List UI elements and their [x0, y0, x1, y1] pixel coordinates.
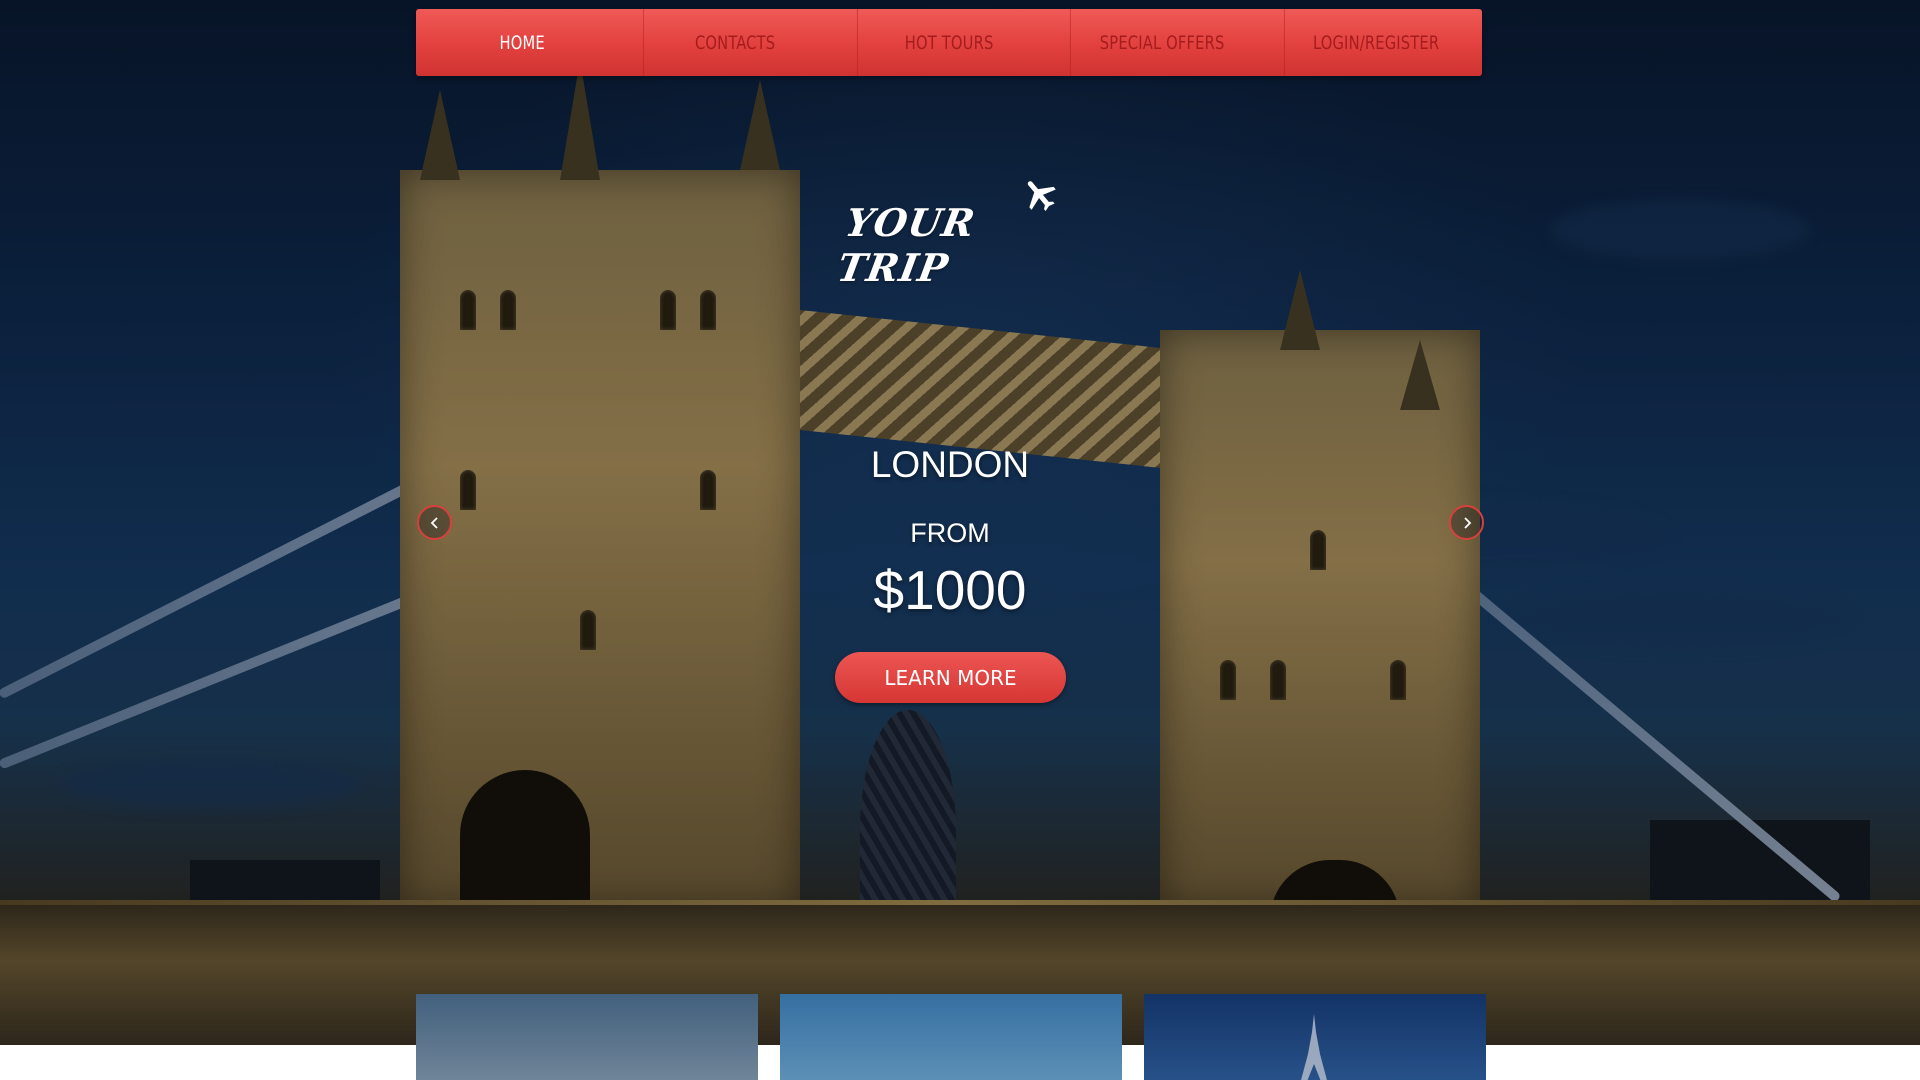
- slider-prev-button[interactable]: [417, 505, 452, 540]
- airplane-icon: [1027, 181, 1056, 212]
- tour-thumbnail[interactable]: [416, 994, 758, 1080]
- nav-item-hot-tours[interactable]: HOT TOURS: [856, 9, 1041, 76]
- nav-item-login-register[interactable]: LOGIN/REGISTER: [1283, 9, 1468, 76]
- nav-item-special-offers[interactable]: SPECIAL OFFERS: [1070, 9, 1254, 76]
- slide-from-label: FROM: [910, 518, 990, 548]
- tour-thumbnail[interactable]: [780, 994, 1122, 1080]
- tour-thumbnail[interactable]: [1144, 994, 1486, 1080]
- learn-more-button[interactable]: LEARN MORE: [835, 652, 1066, 703]
- slider-next-button[interactable]: [1449, 505, 1484, 540]
- slide-price: $1000: [873, 559, 1027, 621]
- nav-item-home[interactable]: HOME: [431, 9, 614, 76]
- chevron-left-icon: [430, 516, 438, 529]
- slide-destination-title: LONDON: [870, 444, 1030, 485]
- chevron-right-icon: [1463, 516, 1471, 529]
- main-navigation: HOME CONTACTS HOT TOURS SPECIAL OFFERS L…: [416, 9, 1482, 76]
- site-logo[interactable]: YOUR TRIP: [834, 172, 1066, 290]
- nav-item-contacts[interactable]: CONTACTS: [643, 9, 827, 76]
